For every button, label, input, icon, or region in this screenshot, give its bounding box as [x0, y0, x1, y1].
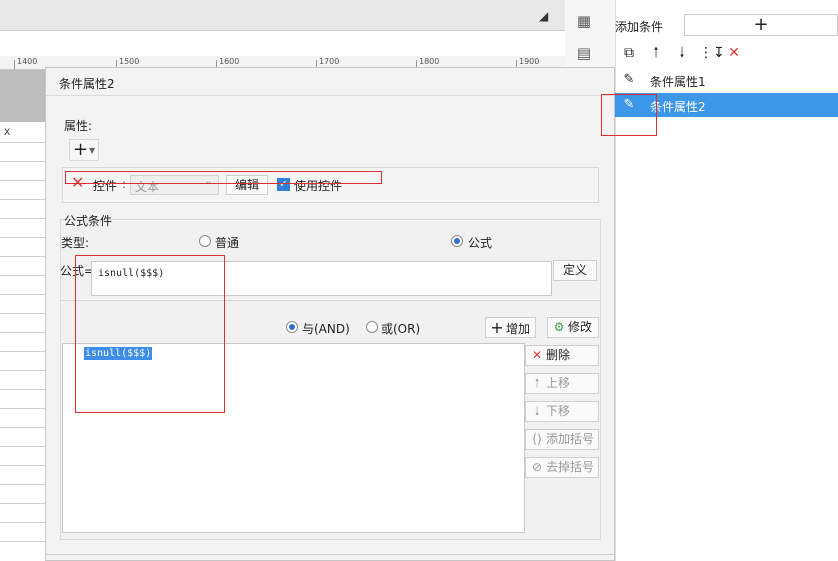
type-formula-label[interactable]: 公式 — [468, 234, 492, 251]
delete-icon[interactable]: ✕ — [725, 44, 743, 62]
add-button-label: 增加 — [506, 322, 531, 336]
modify-button-label: 修改 — [568, 320, 593, 334]
ruler-tick: 1800 — [419, 57, 440, 66]
panel-toggle-icon[interactable]: ◢ — [539, 9, 555, 25]
ruler-tick: 1400 — [17, 57, 38, 66]
add-parenthesis-label: 添加括号 — [546, 432, 595, 446]
ruler-tick: 1900 — [519, 57, 540, 66]
arrow-up-icon: 🠑 — [534, 376, 540, 390]
condition-item[interactable]: ✎ 条件属性1 — [615, 68, 838, 92]
sheet-gray-area — [0, 70, 50, 122]
column-header: X — [4, 128, 11, 138]
chevron-down-icon[interactable]: ▼ — [89, 146, 95, 155]
arrow-up-icon[interactable]: 🠑 — [647, 44, 665, 62]
add-parenthesis-button[interactable]: () 添加括号 — [525, 429, 599, 450]
logic-or-radio[interactable] — [366, 321, 378, 333]
parenthesis-icon: () — [532, 432, 542, 446]
dialog-title: 条件属性2 — [59, 77, 115, 91]
attribute-section-label: 属性: — [64, 119, 93, 133]
divider — [46, 95, 614, 96]
logic-or-label[interactable]: 或(OR) — [381, 320, 420, 337]
logic-and-radio[interactable] — [286, 321, 298, 333]
modify-icon: ⚙ — [553, 320, 565, 334]
type-formula-radio[interactable] — [451, 235, 463, 247]
delete-button-label: 删除 — [546, 348, 571, 362]
move-up-button-label: 上移 — [546, 376, 571, 390]
condition-item-label: 条件属性2 — [650, 100, 706, 114]
remove-parenthesis-button[interactable]: ⊘ 去掉括号 — [525, 457, 599, 478]
annotation-box — [75, 255, 225, 413]
plus-icon: + — [490, 318, 504, 337]
copy-icon[interactable]: ⧉ — [620, 44, 638, 62]
modify-button[interactable]: ⚙ 修改 — [547, 317, 599, 338]
type-normal-radio[interactable] — [199, 235, 211, 247]
arrow-down-icon[interactable]: 🠓 — [673, 44, 691, 62]
add-condition-formula-button[interactable]: + 增加 — [485, 317, 536, 338]
ruler-tick: 1700 — [319, 57, 340, 66]
annotation-box — [601, 94, 657, 136]
sheet-grid[interactable] — [0, 122, 50, 561]
formula-section-label: 公式条件 — [64, 214, 113, 228]
delete-button[interactable]: ✕ 删除 — [525, 345, 599, 366]
ruler-tick: 1500 — [119, 57, 140, 66]
pencil-icon: ✎ — [623, 72, 635, 87]
remove-parenthesis-label: 去掉括号 — [546, 460, 595, 474]
define-button[interactable]: 定义 — [553, 260, 597, 281]
remove-parenthesis-icon: ⊘ — [531, 460, 543, 474]
divider — [46, 554, 614, 555]
move-up-button[interactable]: 🠑 上移 — [525, 373, 599, 394]
annotation-box — [65, 171, 382, 184]
sheet-toolbar — [0, 0, 565, 31]
condition-toolbar: ⧉ 🠑 🠓 ⋮↧ ✕ — [615, 40, 838, 68]
delete-icon: ✕ — [531, 348, 543, 362]
arrow-down-icon: 🠓 — [534, 404, 540, 418]
move-down-button-label: 下移 — [546, 404, 571, 418]
type-label: 类型: — [61, 236, 90, 250]
add-condition-label: 添加条件 — [615, 20, 664, 34]
add-condition-button[interactable]: + — [684, 14, 838, 36]
logic-and-label[interactable]: 与(AND) — [302, 320, 350, 337]
type-normal-label[interactable]: 普通 — [215, 234, 239, 251]
properties-icon[interactable]: ▤ — [575, 44, 593, 62]
condition-item-label: 条件属性1 — [650, 75, 706, 89]
layout-icon[interactable]: ▦ — [575, 12, 593, 30]
move-down-button[interactable]: 🠓 下移 — [525, 401, 599, 422]
ruler-tick: 1600 — [219, 57, 240, 66]
sort-down-icon[interactable]: ⋮↧ — [699, 44, 725, 62]
